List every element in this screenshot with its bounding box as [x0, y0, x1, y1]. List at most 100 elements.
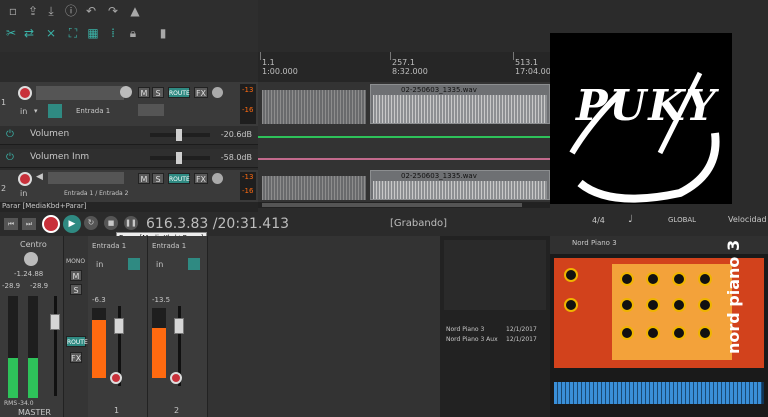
pause-button[interactable]: ❚❚: [124, 216, 138, 230]
input-mode-label[interactable]: in: [20, 107, 27, 116]
envelope-lane-volume-inm[interactable]: ⏻ Volumen Inm -58.0dB: [0, 149, 258, 168]
envelope-power-icon[interactable]: ⏻: [6, 152, 14, 163]
metronome-icon[interactable]: ▲: [128, 4, 142, 18]
envelope-power-icon[interactable]: ⏻: [6, 129, 14, 140]
stop-button[interactable]: ■: [104, 216, 118, 230]
open-project-icon[interactable]: ⇪: [26, 4, 40, 18]
master-mute-button[interactable]: M: [70, 270, 82, 281]
track-1-header[interactable]: 1 M S ROUTE FX in ▾ Entrada 1 -13 -16: [0, 82, 258, 127]
media-item-track-2[interactable]: 02-250603_1335.wav: [370, 170, 550, 200]
input-name[interactable]: Entrada 1: [76, 107, 110, 115]
ripple-edit-icon[interactable]: ⇄: [22, 26, 36, 40]
knob[interactable]: [564, 298, 578, 312]
split-items-icon[interactable]: ✂: [4, 26, 18, 40]
scrollbar-thumb[interactable]: [262, 203, 522, 207]
fx-button[interactable]: FX: [194, 87, 208, 98]
arrange-view[interactable]: 02-250603_1335.wav 02-250603_1335.wav: [258, 82, 550, 204]
master-fader-track[interactable]: [54, 296, 57, 396]
piano-key[interactable]: [758, 382, 762, 404]
lock-icon[interactable]: 🔒︎: [126, 26, 140, 40]
knob[interactable]: [564, 268, 578, 282]
knob[interactable]: [620, 326, 634, 340]
input-mode-label[interactable]: in: [20, 189, 27, 198]
pan-knob[interactable]: [212, 173, 223, 184]
mute-button[interactable]: M: [138, 173, 150, 184]
master-pan-knob[interactable]: [24, 252, 38, 266]
track-name-field[interactable]: [36, 86, 124, 100]
knob[interactable]: [698, 272, 712, 286]
note-value-icon[interactable]: ♩: [628, 214, 633, 225]
strip-input-mode[interactable]: in: [156, 260, 163, 269]
input-dropdown-icon[interactable]: ▾: [34, 107, 38, 115]
knob[interactable]: [620, 298, 634, 312]
envelope-slider-knob[interactable]: [176, 129, 182, 141]
envelope-line-green: [258, 136, 550, 138]
input-name[interactable]: Entrada 1 / Entrada 2: [64, 190, 128, 197]
timeline-ruler[interactable]: 1.1 1:00.000 257.1 8:32.000 513.1 17:04.…: [258, 52, 558, 82]
knob[interactable]: [672, 272, 686, 286]
knob[interactable]: [698, 298, 712, 312]
auto-crossfade-icon[interactable]: ⨯: [44, 26, 58, 40]
play-button[interactable]: ▶: [63, 215, 81, 233]
knob[interactable]: [646, 272, 660, 286]
master-fx-button[interactable]: FX: [70, 352, 82, 363]
pan-knob[interactable]: [212, 87, 223, 98]
strip-input-name[interactable]: Entrada 1: [152, 242, 186, 250]
knob[interactable]: [672, 298, 686, 312]
record-arm-button[interactable]: [18, 172, 32, 186]
redo-icon[interactable]: ↷: [106, 4, 120, 18]
loop-button[interactable]: ↻: [84, 216, 98, 230]
track-2-header[interactable]: 2 ◀ M S ROUTE FX in Entrada 1 / Entrada …: [0, 170, 258, 203]
go-to-end-button[interactable]: ⏭: [22, 218, 36, 230]
strip-record-arm[interactable]: [110, 372, 122, 384]
go-to-start-button[interactable]: ⏮: [4, 218, 18, 230]
record-arm-button[interactable]: [18, 86, 32, 100]
global-mode-button[interactable]: GLOBAL: [668, 216, 696, 224]
knob[interactable]: [646, 298, 660, 312]
route-button[interactable]: ROUTE: [168, 87, 190, 98]
monitor-toggle[interactable]: [48, 104, 62, 118]
grouping-icon[interactable]: ⛶: [66, 26, 80, 40]
knob[interactable]: [620, 272, 634, 286]
media-item-track-1[interactable]: 02-250603_1335.wav: [370, 84, 550, 124]
master-fader-knob[interactable]: [50, 314, 60, 330]
time-signature[interactable]: 4/4: [592, 216, 605, 225]
mute-button[interactable]: M: [138, 87, 150, 98]
knob[interactable]: [672, 326, 686, 340]
arrange-scrollbar[interactable]: [258, 202, 550, 208]
project-settings-icon[interactable]: ⓘ: [64, 4, 78, 18]
strip-monitor-toggle[interactable]: [188, 258, 200, 270]
browser-item[interactable]: Nord Piano 3 Aux: [446, 336, 498, 343]
undo-icon[interactable]: ↶: [84, 4, 98, 18]
mono-label[interactable]: MONO: [66, 258, 85, 265]
solo-button[interactable]: S: [152, 173, 164, 184]
strip-fader-knob[interactable]: [174, 318, 184, 334]
route-button[interactable]: ROUTE: [168, 173, 190, 184]
strip-monitor-toggle[interactable]: [128, 258, 140, 270]
envelope-slider-knob[interactable]: [176, 152, 182, 164]
master-solo-button[interactable]: S: [70, 284, 82, 295]
solo-button[interactable]: S: [152, 87, 164, 98]
save-project-icon[interactable]: ⤓: [44, 4, 58, 18]
strip-input-name[interactable]: Entrada 1: [92, 242, 126, 250]
record-button[interactable]: [42, 215, 60, 233]
envelope-points-icon[interactable]: ⁞: [106, 26, 120, 40]
track-name-field[interactable]: [48, 172, 124, 184]
marker-icon[interactable]: ▮: [156, 26, 170, 40]
envelope-lane-volume[interactable]: ⏻ Volumen -20.6dB: [0, 126, 258, 145]
strip-record-arm[interactable]: [170, 372, 182, 384]
snap-grid-icon[interactable]: ▦: [86, 26, 100, 40]
master-route-button[interactable]: ROUTE: [66, 336, 88, 347]
knob[interactable]: [698, 326, 712, 340]
virtual-keyboard[interactable]: [554, 382, 764, 404]
strip-input-mode[interactable]: in: [96, 260, 103, 269]
speaker-icon[interactable]: ◀: [36, 172, 43, 182]
browser-item[interactable]: Nord Piano 3: [446, 326, 484, 333]
volume-knob[interactable]: [120, 86, 132, 98]
env-button[interactable]: [138, 104, 164, 116]
strip-fader-knob[interactable]: [114, 318, 124, 334]
fx-button[interactable]: FX: [194, 173, 208, 184]
browser-tree[interactable]: [444, 240, 546, 310]
new-project-icon[interactable]: ▫: [6, 4, 20, 18]
knob[interactable]: [646, 326, 660, 340]
